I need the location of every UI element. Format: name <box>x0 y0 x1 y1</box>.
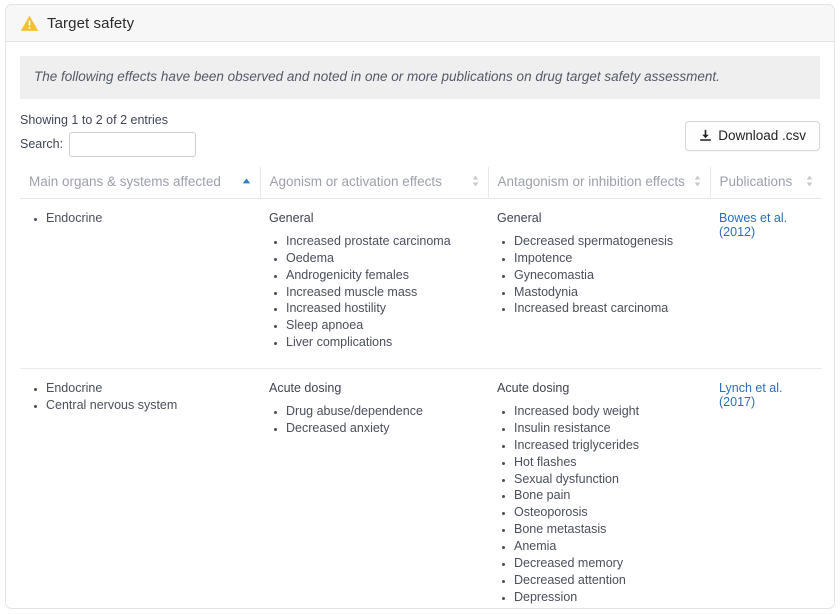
sort-both-icon <box>806 175 813 187</box>
column-header-antagonism[interactable]: Antagonism or inhibition effects <box>488 167 710 199</box>
search-label: Search: <box>20 137 63 151</box>
cell-publication: Bowes et al. (2012) <box>710 198 822 368</box>
list-item: Increased prostate carcinoma <box>286 234 479 250</box>
list-item: Decreased spermatogenesis <box>514 234 701 250</box>
list-item: Androgenicity females <box>286 268 479 284</box>
list-item: Decreased attention <box>514 573 701 589</box>
list-item: Sexual dysfunction <box>514 472 701 488</box>
download-icon <box>699 129 712 142</box>
list-item: Decreased memory <box>514 556 701 572</box>
page-title: Target safety <box>47 15 134 32</box>
list-item: Central nervous system <box>46 398 251 414</box>
column-header-organs-label: Main organs & systems affected <box>29 174 221 189</box>
list-item: Depression <box>514 590 701 606</box>
publication-link[interactable]: Lynch et al. (2017) <box>719 381 782 409</box>
group-title: Acute dosing <box>269 381 479 395</box>
list-item: Endocrine <box>46 211 251 227</box>
list-item: Anemia <box>514 539 701 555</box>
list-item: Hot flashes <box>514 455 701 471</box>
card-header: Target safety <box>6 5 834 42</box>
list-item: Increased hostility <box>286 301 479 317</box>
group-title: General <box>497 211 701 225</box>
list-item: Oedema <box>286 251 479 267</box>
cell-agonism: General Increased prostate carcinoma Oed… <box>260 198 488 368</box>
publication-link[interactable]: Bowes et al. (2012) <box>719 211 787 239</box>
list-item: Bone pain <box>514 488 701 504</box>
list-item: Decreased anxiety <box>286 421 479 437</box>
antagonism-effects-list: Decreased spermatogenesis Impotence Gyne… <box>497 234 701 317</box>
table-controls: Showing 1 to 2 of 2 entries Search: Down… <box>20 113 820 161</box>
agonism-effects-list: Increased prostate carcinoma Oedema Andr… <box>269 234 479 351</box>
sort-both-icon <box>472 175 479 187</box>
list-item: Gynecomastia <box>514 268 701 284</box>
table-header: Main organs & systems affected Agonism o… <box>20 167 822 199</box>
sort-ascending-icon <box>242 178 251 184</box>
cell-antagonism: Acute dosing Increased body weight Insul… <box>488 369 710 610</box>
group-title: General <box>269 211 479 225</box>
list-item: Increased muscle mass <box>286 285 479 301</box>
list-item: Increased triglycerides <box>514 438 701 454</box>
list-item: Liver complications <box>286 335 479 351</box>
list-item: Insulin resistance <box>514 421 701 437</box>
list-item: Osteoporosis <box>514 505 701 521</box>
table-row: Endocrine General Increased prostate car… <box>20 198 822 368</box>
column-header-publications[interactable]: Publications <box>710 167 822 199</box>
cell-agonism: Acute dosing Drug abuse/dependence Decre… <box>260 369 488 610</box>
column-header-agonism[interactable]: Agonism or activation effects <box>260 167 488 199</box>
search-input[interactable] <box>69 132 196 157</box>
sort-both-icon <box>694 175 701 187</box>
target-safety-card: Target safety The following effects have… <box>5 4 835 609</box>
list-item: Endocrine <box>46 381 251 397</box>
warning-triangle-icon <box>20 14 39 33</box>
cell-organs: Endocrine Central nervous system <box>20 369 260 610</box>
organs-list: Endocrine Central nervous system <box>29 381 251 414</box>
column-header-publications-label: Publications <box>720 174 793 189</box>
table-row: Endocrine Central nervous system Acute d… <box>20 369 822 610</box>
table-header-row: Main organs & systems affected Agonism o… <box>20 167 822 199</box>
column-header-agonism-label: Agonism or activation effects <box>270 174 442 189</box>
cell-publication: Lynch et al. (2017) <box>710 369 822 610</box>
organs-list: Endocrine <box>29 211 251 227</box>
notice-banner: The following effects have been observed… <box>20 56 820 99</box>
download-csv-label: Download .csv <box>718 128 806 143</box>
page-root: Target safety The following effects have… <box>0 0 840 614</box>
table-body: Endocrine General Increased prostate car… <box>20 198 822 609</box>
list-item: Heart attack <box>514 607 701 610</box>
group-title: Acute dosing <box>497 381 701 395</box>
list-item: Bone metastasis <box>514 522 701 538</box>
column-header-organs[interactable]: Main organs & systems affected <box>20 167 260 199</box>
list-item: Mastodynia <box>514 285 701 301</box>
agonism-effects-list: Drug abuse/dependence Decreased anxiety <box>269 404 479 437</box>
target-safety-table: Main organs & systems affected Agonism o… <box>20 167 822 609</box>
list-item: Impotence <box>514 251 701 267</box>
cell-antagonism: General Decreased spermatogenesis Impote… <box>488 198 710 368</box>
card-body: The following effects have been observed… <box>6 42 834 609</box>
download-csv-button[interactable]: Download .csv <box>685 121 820 151</box>
list-item: Sleep apnoea <box>286 318 479 334</box>
list-item: Increased body weight <box>514 404 701 420</box>
cell-organs: Endocrine <box>20 198 260 368</box>
antagonism-effects-list: Increased body weight Insulin resistance… <box>497 404 701 609</box>
list-item: Increased breast carcinoma <box>514 301 701 317</box>
list-item: Drug abuse/dependence <box>286 404 479 420</box>
column-header-antagonism-label: Antagonism or inhibition effects <box>498 174 685 189</box>
